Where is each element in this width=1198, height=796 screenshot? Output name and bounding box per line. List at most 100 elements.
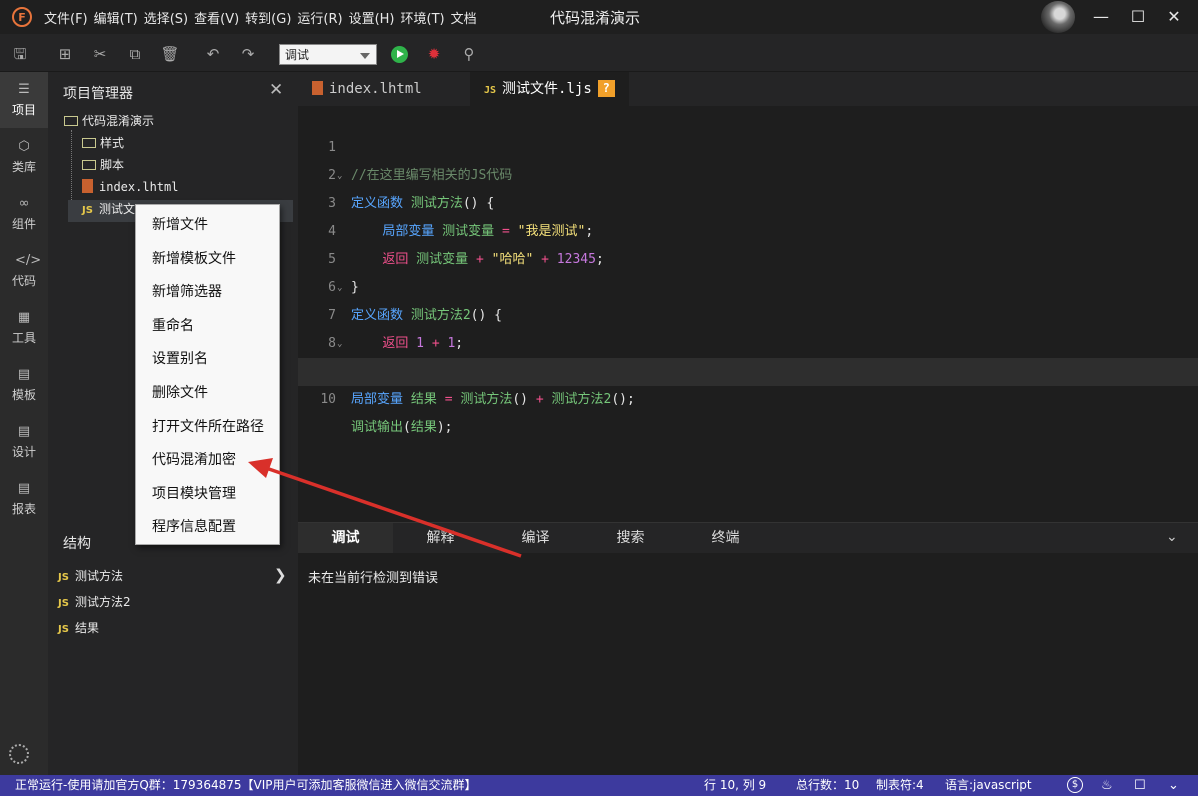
help-badge[interactable]: ? (597, 80, 615, 97)
code-line: 7 返回 1 + 1; (298, 274, 1198, 351)
js-function-icon: JS (58, 598, 69, 609)
avatar[interactable] (1041, 1, 1075, 33)
menu-item-open-folder[interactable]: 打开文件所在路径 (152, 416, 264, 436)
menu-goto[interactable]: 转到(G) (245, 8, 291, 27)
menu-item-obfuscate[interactable]: 代码混淆加密 (152, 449, 236, 469)
maximize-icon[interactable]: ☐ (1126, 5, 1150, 29)
window-title: 代码混淆演示 (550, 9, 641, 27)
menu-item-rename[interactable]: 重命名 (152, 315, 194, 335)
menu-item-program-info[interactable]: 程序信息配置 (152, 516, 236, 536)
run-icon[interactable] (391, 46, 408, 63)
code-function: 测试方法2 (551, 392, 612, 407)
menu-file[interactable]: 文件(F) (44, 8, 88, 27)
menu-item-new-file[interactable]: 新增文件 (152, 214, 208, 234)
menu-environment[interactable]: 环境(T) (401, 8, 445, 27)
status-language[interactable]: 语言:javascript (945, 775, 1032, 796)
tab-search[interactable]: 搜索 (583, 523, 678, 553)
menu-settings[interactable]: 设置(H) (349, 8, 395, 27)
activity-library[interactable]: ⬡ 类库 (0, 129, 48, 185)
redo-icon[interactable]: ↷ (238, 44, 258, 64)
tree-file-index[interactable]: index.lhtml (82, 176, 178, 198)
mode-select-value: 调试 (285, 48, 310, 62)
status-cursor-position[interactable]: 行 10, 列 9 (704, 775, 766, 796)
activity-label: 组件 (11, 217, 36, 231)
activity-components[interactable]: ∞ 组件 (0, 186, 48, 242)
status-tab-size[interactable]: 制表符:4 (876, 775, 924, 796)
activity-tools[interactable]: ▦ 工具 (0, 300, 48, 356)
folder-icon (82, 138, 96, 148)
activity-template[interactable]: ▤ 模板 (0, 357, 48, 413)
structure-item-label: 结果 (74, 621, 99, 635)
save-icon[interactable]: 🖫 (10, 44, 30, 64)
activity-label: 设计 (11, 445, 36, 459)
activity-design[interactable]: ▤ 设计 (0, 414, 48, 470)
toolbar: 🖫 ⊞ ✂ ⧉ 🗑 ↶ ↷ 调试 ✹ ⚲ (0, 34, 1198, 72)
tab-terminal[interactable]: 终端 (678, 523, 773, 553)
tab-interpret[interactable]: 解释 (393, 523, 488, 553)
tab-index-lhtml[interactable]: index.lhtml (312, 72, 442, 106)
debug-bug-icon[interactable]: ✹ (424, 44, 444, 64)
tree-folder-label: 脚本 (100, 158, 125, 172)
activity-project[interactable]: ☰ 项目 (0, 72, 48, 128)
tree-root[interactable]: 代码混淆演示 (64, 110, 154, 132)
panel-tabs: 调试 解释 编译 搜索 终端 ⌄ (298, 523, 1198, 553)
chevron-down-icon[interactable]: ⌄ (1168, 775, 1179, 796)
app-logo: F (12, 7, 32, 27)
menu-item-module-manage[interactable]: 项目模块管理 (152, 483, 236, 503)
tab-test-ljs[interactable]: JS 测试文件.ljs? (470, 72, 629, 106)
code-keyword: 局部变量 (351, 392, 404, 407)
find-icon[interactable]: ⚲ (459, 44, 479, 64)
code-line: 9 局部变量 结果 = 测试方法() + 测试方法2(); (298, 330, 1198, 407)
menu-edit[interactable]: 编辑(T) (94, 8, 138, 27)
unlock-icon[interactable]: ☐ (1134, 775, 1146, 796)
tree-file-test[interactable]: JS 测试文 (82, 198, 135, 220)
undo-icon[interactable]: ↶ (203, 44, 223, 64)
status-line-count: 总行数：10 (796, 778, 860, 792)
code-editor[interactable]: 1 //在这里编写相关的JS代码 2 ⌄ 定义函数 测试方法() { 3 局部变量… (298, 106, 1198, 522)
tab-compile[interactable]: 编译 (488, 523, 583, 553)
tree-folder-scripts[interactable]: 脚本 (82, 154, 124, 176)
activity-code[interactable]: </> 代码 (0, 243, 48, 299)
context-menu: 新增文件 新增模板文件 新增筛选器 重命名 设置别名 删除文件 打开文件所在路径… (135, 204, 280, 545)
structure-item[interactable]: JS 测试方法 (58, 567, 123, 584)
activity-report[interactable]: ▤ 报表 (0, 471, 48, 527)
menu-item-delete-file[interactable]: 删除文件 (152, 382, 208, 402)
mode-select[interactable]: 调试 (279, 44, 377, 65)
menu-docs[interactable]: 文档 (451, 8, 477, 27)
tree-folder-styles[interactable]: 样式 (82, 132, 124, 154)
activity-label: 项目 (11, 103, 36, 117)
chevron-down-icon[interactable]: ⌄ (1166, 529, 1178, 545)
structure-title: 结构 (63, 536, 91, 552)
menu-item-new-filter[interactable]: 新增筛选器 (152, 281, 222, 301)
chevron-right-icon[interactable]: ❯ (274, 566, 287, 584)
menu-item-set-alias[interactable]: 设置别名 (152, 348, 208, 368)
tree-folder-label: 样式 (100, 136, 125, 150)
bell-icon[interactable]: ♨ (1101, 775, 1113, 796)
code-line: 3 局部变量 测试变量 = "我是测试"; (298, 162, 1198, 239)
close-icon[interactable]: ✕ (1162, 5, 1186, 29)
new-icon[interactable]: ⊞ (55, 44, 75, 64)
menu-run[interactable]: 运行(R) (297, 8, 342, 27)
cube-icon: ⬡ (18, 139, 30, 154)
menu-view[interactable]: 查看(V) (194, 8, 239, 27)
html-file-icon (82, 179, 93, 193)
code-function: 测试方法 (460, 392, 513, 407)
code-line-current: 10 调试输出(结果); (298, 358, 1198, 435)
close-icon[interactable]: ✕ (269, 80, 283, 100)
tree-root-label: 代码混淆演示 (82, 114, 155, 128)
delete-icon[interactable]: 🗑 (160, 44, 180, 64)
menu-item-new-template-file[interactable]: 新增模板文件 (152, 248, 236, 268)
tab-label: index.lhtml (329, 81, 422, 97)
minimize-icon[interactable]: — (1089, 5, 1113, 29)
title-bar: F 文件(F) 编辑(T) 选择(S) 查看(V) 转到(G) 运行(R) 设置… (0, 0, 1198, 34)
js-file-icon: JS (82, 205, 93, 216)
currency-icon[interactable]: $ (1067, 777, 1083, 793)
settings-gear-icon[interactable] (9, 744, 29, 764)
activity-label: 模板 (11, 388, 36, 402)
cut-icon[interactable]: ✂ (90, 44, 110, 64)
structure-item[interactable]: JS 结果 (58, 619, 99, 636)
structure-item[interactable]: JS 测试方法2 (58, 593, 131, 610)
menu-select[interactable]: 选择(S) (144, 8, 188, 27)
tab-debug[interactable]: 调试 (298, 523, 393, 553)
copy-icon[interactable]: ⧉ (125, 44, 145, 64)
